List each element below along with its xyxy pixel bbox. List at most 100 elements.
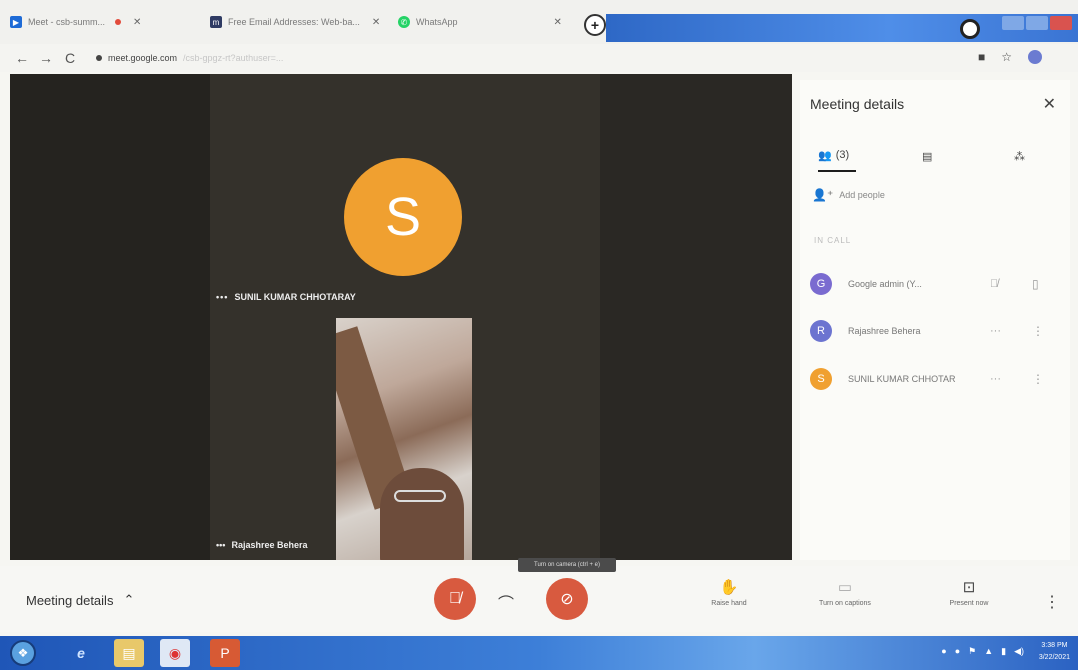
camera-off-icon: ⊘ <box>560 591 574 608</box>
new-tab-button[interactable]: + <box>584 14 606 36</box>
back-icon[interactable]: ← <box>10 50 34 66</box>
present-icon: ⊡ <box>962 579 976 596</box>
mic-off-icon[interactable]: 🎙̸ <box>990 278 998 290</box>
participant-name-tag: ••• SUNIL KUMAR CHHOTARAY <box>216 292 356 302</box>
add-person-icon: 👤⁺ <box>812 188 834 202</box>
browser-tab-strip: ▶ Meet - csb-summ... ✕ m Free Email Addr… <box>0 0 1078 44</box>
raise-hand-button[interactable]: ✋ Raise hand <box>684 578 774 607</box>
minimize-icon[interactable] <box>1002 16 1024 30</box>
volume-icon[interactable]: ◀) <box>1014 646 1024 657</box>
video-face <box>380 468 464 560</box>
tab-people[interactable]: 👥 (3) <box>818 140 856 172</box>
bookmark-star-icon[interactable]: ☆ <box>1001 50 1012 64</box>
tray-app-icon[interactable]: ● <box>955 646 960 657</box>
window-controls <box>1002 16 1072 30</box>
start-button-icon[interactable]: ❖ <box>10 640 36 666</box>
clock-time: 3:38 PM <box>1041 642 1068 649</box>
meeting-details-panel: Meeting details ✕ 👥 (3) ▤ ⁂ 👤⁺ Add peopl… <box>800 80 1070 560</box>
tab-chat[interactable]: ▤ <box>922 140 932 172</box>
present-label: Present now <box>949 600 989 607</box>
camera-toggle-button[interactable]: ⊘ <box>546 578 588 620</box>
mic-toggle-button[interactable]: 🎙̸ <box>434 578 476 620</box>
more-options-icon[interactable]: ••• <box>216 292 228 302</box>
chat-icon: ▤ <box>922 150 933 163</box>
video-stage: S ••• SUNIL KUMAR CHHOTARAY ••• Rajashre… <box>10 74 792 560</box>
tab-activities[interactable]: ⁂ <box>1014 140 1025 172</box>
browser-actions: ■ ☆ <box>978 50 1042 64</box>
url-field[interactable]: meet.google.com /csb-gpgz-rt?authuser=..… <box>96 53 283 63</box>
browser-tab-whatsapp[interactable]: ✆ WhatsApp ✕ <box>398 8 562 36</box>
stage-panel-right <box>600 74 792 560</box>
participant-row[interactable]: G Google admin (Y... 🎙̸ ▯ <box>810 269 1060 299</box>
close-tab-icon[interactable]: ✕ <box>133 17 141 28</box>
browser-tab-email[interactable]: m Free Email Addresses: Web-ba... ✕ <box>210 8 380 36</box>
chrome-icon[interactable]: ◉ <box>160 639 190 667</box>
panel-title: Meeting details <box>810 96 905 112</box>
add-people-label: Add people <box>839 190 885 200</box>
url-host: meet.google.com <box>108 53 178 63</box>
participant-avatar: S <box>344 158 462 276</box>
close-tab-icon[interactable]: ✕ <box>372 17 380 28</box>
participant-row[interactable]: R Rajashree Behera ··· ⋮ <box>810 316 1060 346</box>
meeting-controls-bar: Meeting details ⌃ 🎙̸ ⌒ ⊘ Turn on camera … <box>0 558 1078 632</box>
in-call-heading: IN CALL <box>814 236 852 245</box>
avatar: S <box>810 368 832 390</box>
tray-flag-icon[interactable]: ⚑ <box>968 646 976 657</box>
more-options-icon[interactable]: ⋮ <box>1044 592 1060 612</box>
recording-dot-icon <box>115 19 122 25</box>
participant-row-name: Rajashree Behera <box>848 326 921 336</box>
screenshot-root: ▶ Meet - csb-summ... ✕ m Free Email Addr… <box>0 0 1078 670</box>
close-icon[interactable]: ✕ <box>1043 94 1056 114</box>
self-view-video <box>336 318 472 560</box>
participant-row-name: SUNIL KUMAR CHHOTAR <box>848 374 956 384</box>
powerpoint-icon[interactable]: P <box>210 639 240 667</box>
reload-icon[interactable]: C <box>58 50 82 66</box>
forward-icon[interactable]: → <box>34 50 58 66</box>
hand-icon: ✋ <box>719 579 739 596</box>
more-vert-icon[interactable]: ⋮ <box>1032 372 1044 386</box>
avatar: G <box>810 273 832 295</box>
taskbar-clock[interactable]: 3:38 PM 3/22/2021 <box>1039 640 1070 664</box>
captions-label: Turn on captions <box>819 600 871 607</box>
lock-icon <box>96 55 102 61</box>
whatsapp-icon: ✆ <box>398 16 410 28</box>
captions-button[interactable]: ▭ Turn on captions <box>800 578 890 607</box>
panel-tabs: 👥 (3) ▤ ⁂ <box>800 140 1070 176</box>
tab-label: WhatsApp <box>416 17 458 27</box>
profile-avatar[interactable] <box>1028 50 1042 64</box>
camera-indicator-icon[interactable]: ■ <box>978 50 985 64</box>
audio-level-icon: ··· <box>990 373 1001 385</box>
meet-icon: ▶ <box>10 16 22 28</box>
maximize-icon[interactable] <box>1026 16 1048 30</box>
stage-panel-left <box>10 74 210 560</box>
screen-record-icon[interactable] <box>960 19 980 39</box>
presenting-icon[interactable]: ▯ <box>1032 277 1039 291</box>
add-people-button[interactable]: 👤⁺ Add people <box>812 188 885 202</box>
participant-row[interactable]: S SUNIL KUMAR CHHOTAR ··· ⋮ <box>810 364 1060 394</box>
people-count: (3) <box>835 149 850 161</box>
participant-row-name: Google admin (Y... <box>848 279 922 289</box>
present-now-button[interactable]: ⊡ Present now <box>924 578 1014 607</box>
raise-hand-label: Raise hand <box>711 600 747 607</box>
people-icon: 👥 <box>818 149 832 162</box>
url-path: /csb-gpgz-rt?authuser=... <box>183 53 284 63</box>
camera-tooltip: Turn on camera (ctrl + e) <box>518 558 616 572</box>
internet-explorer-icon[interactable]: e <box>66 639 96 667</box>
self-name-tag: ••• Rajashree Behera <box>216 540 308 550</box>
more-options-icon[interactable]: ••• <box>216 540 225 550</box>
mail-icon: m <box>210 16 222 28</box>
tray-arrow-icon[interactable]: ▲ <box>984 646 993 657</box>
tab-label: Meet - csb-summ... <box>28 17 106 27</box>
close-window-icon[interactable] <box>1050 16 1072 30</box>
meeting-details-label: Meeting details <box>26 592 114 608</box>
more-vert-icon[interactable]: ⋮ <box>1032 324 1044 338</box>
close-tab-icon[interactable]: ✕ <box>554 17 562 28</box>
network-icon[interactable]: ▮ <box>1001 646 1006 657</box>
tray-app-icon[interactable]: ● <box>941 646 946 657</box>
meeting-details-button[interactable]: Meeting details ⌃ <box>26 592 134 608</box>
browser-tab-meet[interactable]: ▶ Meet - csb-summ... ✕ <box>10 8 141 36</box>
file-explorer-icon[interactable]: ▤ <box>114 639 144 667</box>
windows-taskbar: ❖ e ▤ ◉ P ● ● ⚑ ▲ ▮ ◀) 3:38 PM 3/22/2021 <box>0 636 1078 670</box>
tab-label: Free Email Addresses: Web-ba... <box>228 17 360 27</box>
hang-up-button[interactable]: ⌒ <box>498 590 514 614</box>
